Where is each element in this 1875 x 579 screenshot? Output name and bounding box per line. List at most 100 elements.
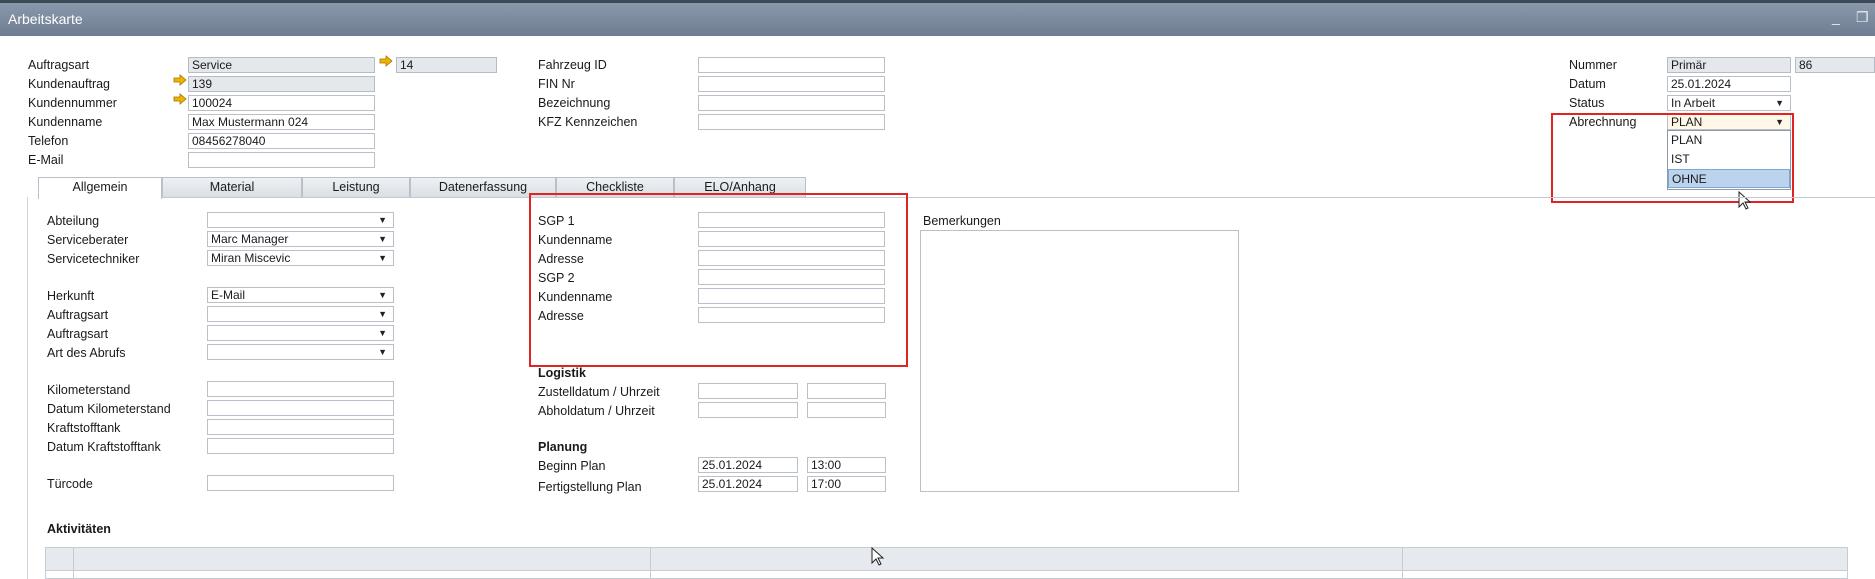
table-column-divider bbox=[73, 548, 74, 579]
table-header bbox=[46, 548, 1847, 571]
fahrzeug-id-field[interactable] bbox=[698, 57, 885, 73]
datum-field[interactable]: 25.01.2024 bbox=[1667, 76, 1791, 92]
status-label: Status bbox=[1569, 96, 1605, 110]
mouse-cursor-icon bbox=[1738, 191, 1752, 210]
beginn-plan-date-field[interactable]: 25.01.2024 bbox=[698, 457, 798, 473]
zustell-date-field[interactable] bbox=[698, 383, 798, 399]
kundennummer-field[interactable]: 100024 bbox=[188, 95, 375, 111]
tab-leistung[interactable]: Leistung bbox=[302, 177, 410, 198]
beginn-plan-time-field[interactable]: 13:00 bbox=[807, 457, 886, 473]
beginn-plan-label: Beginn Plan bbox=[538, 459, 606, 473]
serviceberater-select[interactable]: Marc Manager bbox=[207, 231, 394, 247]
nummer-field[interactable]: 86 bbox=[1795, 57, 1875, 73]
nummer-label: Nummer bbox=[1569, 58, 1617, 72]
tab-elo-anhang[interactable]: ELO/Anhang bbox=[674, 177, 806, 198]
auftragsart-label: Auftragsart bbox=[28, 58, 90, 72]
sgp2-kundenname-field[interactable] bbox=[698, 288, 885, 304]
datum-kraftstofftank-field[interactable] bbox=[207, 438, 394, 454]
herkunft-select[interactable]: E-Mail bbox=[207, 287, 394, 303]
sgp1-label: SGP 1 bbox=[538, 214, 575, 228]
servicetechniker-select[interactable]: Miran Miscevic bbox=[207, 250, 394, 266]
tab-checkliste[interactable]: Checkliste bbox=[556, 177, 674, 198]
link-arrow-icon[interactable] bbox=[173, 74, 187, 86]
kilometerstand-field[interactable] bbox=[207, 381, 394, 397]
logistik-heading: Logistik bbox=[538, 366, 586, 380]
kfz-field[interactable] bbox=[698, 114, 885, 130]
fahrzeug-id-label: Fahrzeug ID bbox=[538, 58, 607, 72]
sgp1-kundenname-label: Kundenname bbox=[538, 233, 613, 247]
abrechnung-dropdown-list: PLAN IST OHNE bbox=[1667, 130, 1791, 190]
table-column-divider bbox=[1402, 548, 1403, 579]
abhol-date-field[interactable] bbox=[698, 402, 798, 418]
tuercode-label: Türcode bbox=[47, 477, 93, 491]
kilometerstand-label: Kilometerstand bbox=[47, 383, 131, 397]
kundenauftrag-label: Kundenauftrag bbox=[28, 77, 111, 91]
auftragsart-number-field[interactable]: 14 bbox=[396, 57, 497, 73]
art-des-abrufs-label: Art des Abrufs bbox=[47, 346, 126, 360]
datum-kilometerstand-label: Datum Kilometerstand bbox=[47, 402, 171, 416]
dropdown-option-plan[interactable]: PLAN bbox=[1668, 131, 1790, 150]
datum-kilometerstand-field[interactable] bbox=[207, 400, 394, 416]
tab-allgemein[interactable]: Allgemein bbox=[38, 177, 162, 199]
bezeichnung-field[interactable] bbox=[698, 95, 885, 111]
nummer-series-field[interactable]: Primär bbox=[1667, 57, 1791, 73]
window-title: Arbeitskarte bbox=[8, 11, 83, 27]
dropdown-option-ohne[interactable]: OHNE bbox=[1668, 169, 1790, 188]
abrechnung-label: Abrechnung bbox=[1569, 115, 1637, 129]
fertigstellung-plan-label: Fertigstellung Plan bbox=[538, 480, 642, 494]
kundennummer-label: Kundennummer bbox=[28, 96, 117, 110]
abhol-time-field[interactable] bbox=[807, 402, 886, 418]
link-arrow-icon[interactable] bbox=[379, 55, 393, 67]
datum-kraftstofftank-label: Datum Kraftstofftank bbox=[47, 440, 161, 454]
mouse-cursor-icon bbox=[871, 547, 885, 566]
art-des-abrufs-select[interactable] bbox=[207, 344, 394, 360]
aktivitaeten-table[interactable] bbox=[45, 547, 1848, 579]
fertigstellung-plan-date-field[interactable]: 25.01.2024 bbox=[698, 476, 798, 492]
tab-divider bbox=[38, 197, 1875, 198]
datum-label: Datum bbox=[1569, 77, 1606, 91]
sgp1-kundenname-field[interactable] bbox=[698, 231, 885, 247]
kundenname-field[interactable]: Max Mustermann 024 bbox=[188, 114, 375, 130]
servicetechniker-label: Servicetechniker bbox=[47, 252, 140, 266]
tab-datenerfassung[interactable]: Datenerfassung bbox=[410, 177, 556, 198]
bemerkungen-textarea[interactable] bbox=[920, 230, 1239, 492]
sgp2-adresse-field[interactable] bbox=[698, 307, 885, 323]
auftragsart-field[interactable]: Service bbox=[188, 57, 375, 73]
kundenauftrag-field[interactable]: 139 bbox=[188, 76, 375, 92]
sgp1-adresse-field[interactable] bbox=[698, 250, 885, 266]
restore-button[interactable]: ❐ bbox=[1856, 9, 1869, 26]
fin-nr-field[interactable] bbox=[698, 76, 885, 92]
zustell-time-field[interactable] bbox=[807, 383, 886, 399]
link-arrow-icon[interactable] bbox=[173, 93, 187, 105]
telefon-field[interactable]: 08456278040 bbox=[188, 133, 375, 149]
sgp2-field[interactable] bbox=[698, 269, 885, 285]
tab-material[interactable]: Material bbox=[162, 177, 302, 198]
sgp1-adresse-label: Adresse bbox=[538, 252, 584, 266]
auftragsart-2-select[interactable] bbox=[207, 325, 394, 341]
auftragsart-2-label: Auftragsart bbox=[47, 327, 109, 341]
panel-border bbox=[27, 197, 28, 579]
window-titlebar: Arbeitskarte _ ❐ bbox=[0, 0, 1875, 36]
auftragsart-1-label: Auftragsart bbox=[47, 308, 109, 322]
auftragsart-1-select[interactable] bbox=[207, 306, 394, 322]
bemerkungen-label: Bemerkungen bbox=[923, 214, 1001, 228]
tuercode-field[interactable] bbox=[207, 475, 394, 491]
sgp1-field[interactable] bbox=[698, 212, 885, 228]
aktivitaeten-heading: Aktivitäten bbox=[47, 522, 111, 536]
kfz-label: KFZ Kennzeichen bbox=[538, 115, 638, 129]
status-select[interactable]: In Arbeit bbox=[1667, 95, 1791, 111]
abrechnung-select[interactable]: PLAN bbox=[1667, 114, 1791, 130]
sgp2-adresse-label: Adresse bbox=[538, 309, 584, 323]
serviceberater-label: Serviceberater bbox=[47, 233, 129, 247]
kraftstofftank-field[interactable] bbox=[207, 419, 394, 435]
email-field[interactable] bbox=[188, 152, 375, 168]
sgp2-kundenname-label: Kundenname bbox=[538, 290, 613, 304]
kraftstofftank-label: Kraftstofftank bbox=[47, 421, 121, 435]
dropdown-option-ist[interactable]: IST bbox=[1668, 150, 1790, 169]
email-label: E-Mail bbox=[28, 153, 64, 167]
minimize-button[interactable]: _ bbox=[1832, 9, 1840, 25]
abteilung-select[interactable] bbox=[207, 212, 394, 228]
kundenname-label: Kundenname bbox=[28, 115, 103, 129]
fertigstellung-plan-time-field[interactable]: 17:00 bbox=[807, 476, 886, 492]
abhol-label: Abholdatum / Uhrzeit bbox=[538, 404, 655, 418]
